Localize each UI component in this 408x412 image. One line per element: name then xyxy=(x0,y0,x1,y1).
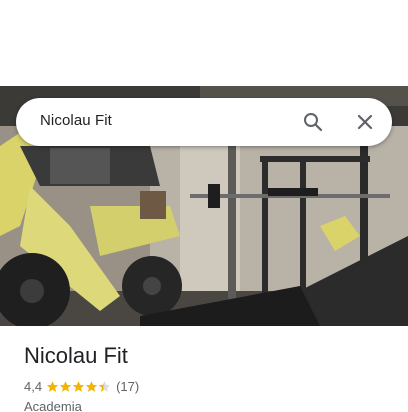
place-details: Nicolau Fit 4,4 (17) Academia xyxy=(24,342,394,412)
place-sheet: Nicolau Fit Nicolau Fit 4,4 (17) Academi… xyxy=(0,0,408,412)
search-bar[interactable]: Nicolau Fit xyxy=(16,98,392,146)
search-icon[interactable] xyxy=(301,110,325,134)
star-icon xyxy=(59,380,72,392)
star-icon xyxy=(98,380,111,392)
search-input[interactable]: Nicolau Fit xyxy=(40,112,112,129)
star-rating xyxy=(46,380,111,393)
rating-row[interactable]: 4,4 (17) xyxy=(24,378,394,394)
place-title: Nicolau Fit xyxy=(24,343,128,368)
star-icon xyxy=(72,380,85,392)
rating-value: 4,4 xyxy=(24,378,43,394)
place-category: Academia xyxy=(24,399,82,412)
star-icon xyxy=(85,380,98,392)
star-icon xyxy=(46,380,59,392)
close-icon[interactable] xyxy=(353,110,377,134)
review-count[interactable]: (17) xyxy=(116,379,139,394)
